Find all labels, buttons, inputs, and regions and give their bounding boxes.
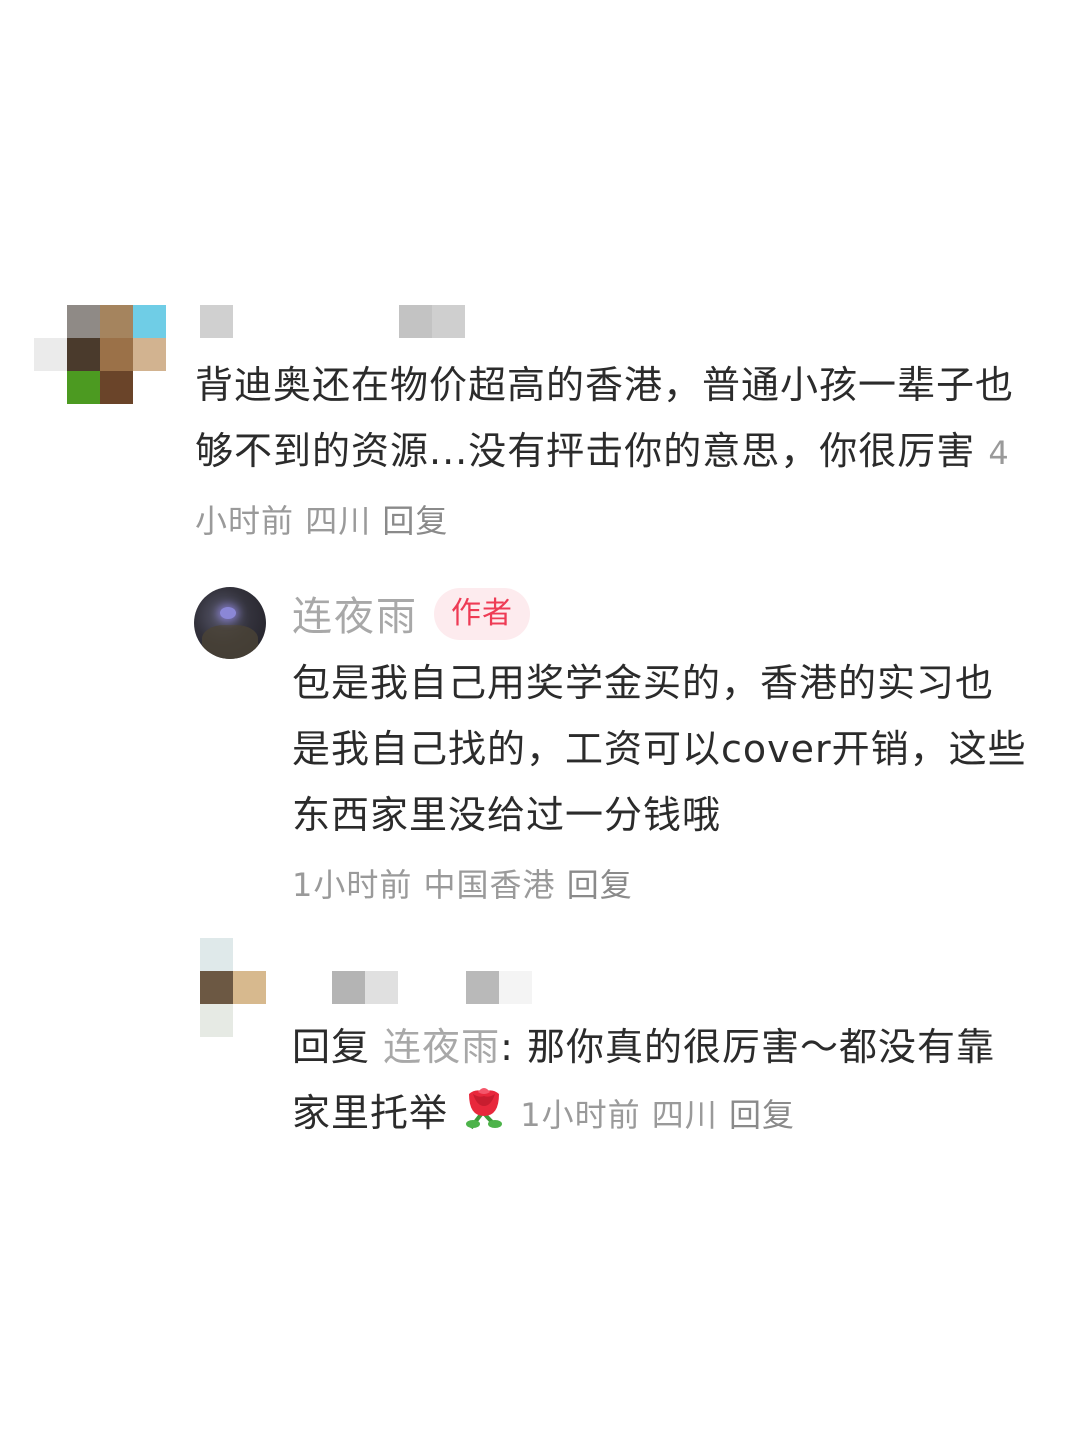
comment-1-reply-button[interactable]: 回复: [382, 502, 448, 540]
comment-1-body: 背迪奥还在物价超高的香港，普通小孩一辈子也够不到的资源...没有抨击你的意思，你…: [195, 352, 1015, 554]
comment-3-body: 回复 连夜雨: 那你真的很厉害～都没有靠家里托举 1小时前 四川 回复: [292, 1014, 1032, 1154]
comment-3-location: 四川: [651, 1096, 718, 1134]
comment-1-location: 四川: [305, 502, 372, 540]
reply-prefix: 回复: [292, 1025, 371, 1069]
comment-2-meta: 1小时前 中国香港 回复: [292, 860, 633, 906]
comment-2-reply-button[interactable]: 回复: [567, 866, 633, 904]
reply-colon: :: [500, 1025, 528, 1069]
comment-3-reply-button[interactable]: 回复: [729, 1096, 795, 1134]
rose-emoji-icon: [461, 1082, 507, 1154]
reply-mention[interactable]: 连夜雨: [383, 1025, 500, 1069]
comment-2-text: 包是我自己用奖学金买的，香港的实习也是我自己找的，工资可以cover开销，这些东…: [292, 661, 1027, 837]
author-avatar[interactable]: [194, 587, 266, 659]
comment-2-location: 中国香港: [423, 866, 556, 904]
comment-2-time: 1小时前: [292, 866, 413, 904]
author-badge: 作者: [434, 588, 530, 640]
comment-3-meta: 1小时前 四川 回复: [520, 1096, 795, 1134]
comment-3-time: 1小时前: [520, 1096, 641, 1134]
author-name[interactable]: 连夜雨: [292, 590, 418, 644]
comment-1-text: 背迪奥还在物价超高的香港，普通小孩一辈子也够不到的资源...没有抨击你的意思，你…: [195, 363, 1015, 473]
